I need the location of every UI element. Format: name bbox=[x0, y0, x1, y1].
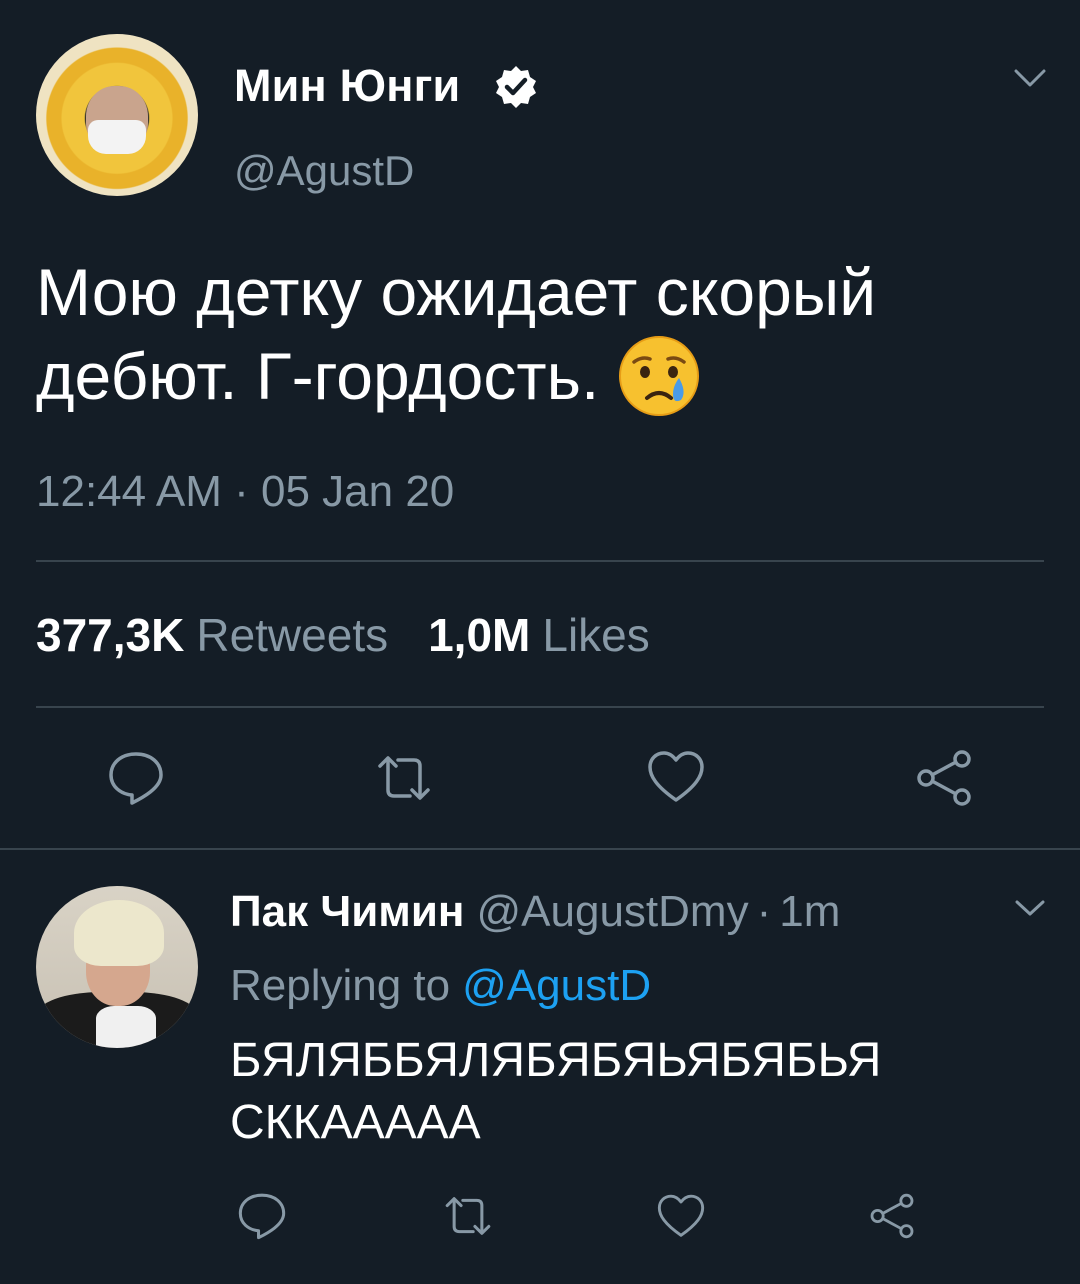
reply-icon[interactable] bbox=[236, 1190, 288, 1242]
reply-author-avatar[interactable] bbox=[36, 886, 198, 1048]
author-display-name[interactable]: Мин Юнги bbox=[234, 58, 460, 114]
reply-author-handle[interactable]: @AugustDmy bbox=[476, 887, 748, 936]
tweet-text-line: Мою детку ожидает скорый bbox=[36, 255, 877, 329]
replying-to-mention-link[interactable]: @AgustD bbox=[462, 961, 651, 1010]
tweet-text: Мою детку ожидает скорый дебют. Г-гордос… bbox=[36, 250, 1046, 424]
likes-label[interactable]: Likes bbox=[542, 609, 649, 661]
divider bbox=[36, 706, 1044, 708]
share-icon[interactable] bbox=[914, 748, 974, 808]
retweet-icon[interactable] bbox=[374, 748, 434, 808]
reply-time[interactable]: 1m bbox=[779, 887, 840, 936]
avatar-mask bbox=[88, 120, 146, 154]
share-icon[interactable] bbox=[868, 1192, 916, 1240]
thread-divider bbox=[0, 848, 1080, 850]
reply-author-display-name[interactable]: Пак Чимин bbox=[230, 887, 464, 936]
verified-badge-icon bbox=[496, 66, 536, 108]
replying-to: Replying to @AgustD bbox=[230, 958, 651, 1014]
crying-face-emoji-icon bbox=[619, 335, 700, 416]
author-handle[interactable]: @AgustD bbox=[234, 146, 414, 196]
reply-text-line: СККААААА bbox=[230, 1096, 481, 1149]
tweet-timestamp[interactable]: 12:44 AM · 05 Jan 20 bbox=[36, 465, 454, 519]
reply-text-line: БЯЛЯББЯЛЯБЯБЯЬЯБЯБЬЯ bbox=[230, 1034, 882, 1087]
tweet-text-line: дебют. Г-гордость. bbox=[36, 334, 1046, 424]
chevron-down-icon[interactable] bbox=[1012, 894, 1048, 922]
like-icon[interactable] bbox=[656, 1192, 706, 1242]
retweet-icon[interactable] bbox=[442, 1190, 494, 1242]
divider bbox=[36, 560, 1044, 562]
tweet-stats: 377,3K Retweets 1,0M Likes bbox=[36, 606, 690, 664]
replying-to-label: Replying to bbox=[230, 961, 451, 1010]
like-icon[interactable] bbox=[646, 748, 706, 808]
author-avatar[interactable] bbox=[36, 34, 198, 196]
reply-icon[interactable] bbox=[106, 748, 166, 808]
chevron-down-icon[interactable] bbox=[1010, 62, 1050, 94]
avatar-collar bbox=[96, 1006, 156, 1048]
main-tweet: Мин Юнги @AgustD Мою детку ожидает скоры… bbox=[0, 0, 1080, 850]
likes-count[interactable]: 1,0M bbox=[428, 609, 530, 661]
reply-header: Пак Чимин @AugustDmy · 1m bbox=[230, 884, 840, 940]
retweets-label[interactable]: Retweets bbox=[196, 609, 388, 661]
avatar-hair bbox=[74, 900, 164, 966]
retweets-count[interactable]: 377,3K bbox=[36, 609, 184, 661]
separator-dot: · bbox=[756, 887, 772, 936]
reply-text: БЯЛЯББЯЛЯБЯБЯЬЯБЯБЬЯ СККААААА bbox=[230, 1030, 1050, 1154]
